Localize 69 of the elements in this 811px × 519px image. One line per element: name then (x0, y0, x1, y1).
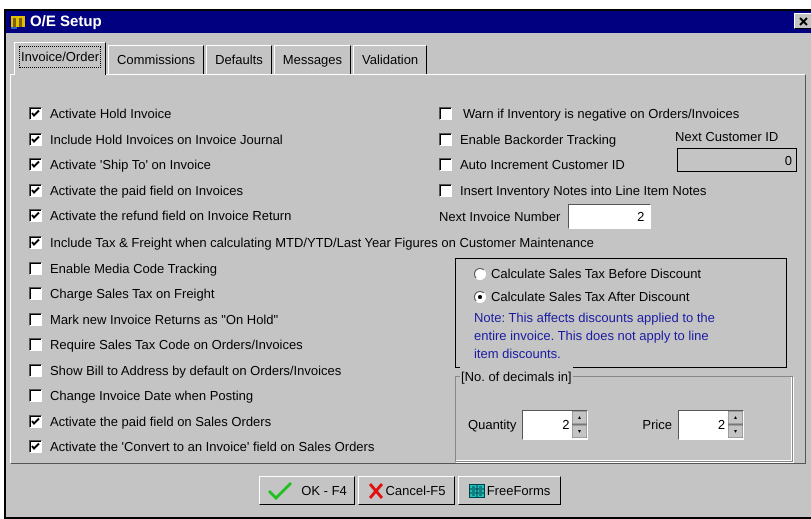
window-title: O/E Setup (30, 12, 102, 32)
tab[interactable]: Validation (353, 45, 428, 74)
radio-label: Calculate Sales Tax After Discount (491, 288, 690, 306)
checkbox[interactable] (29, 364, 42, 377)
checkbox-label: Include Tax & Freight when calculating MTD/YTD/Last Year Figures on Customer Maintenance (50, 234, 594, 252)
checkbox[interactable] (29, 338, 42, 352)
checkbox-label: Require Sales Tax Code on Orders/Invoices (50, 336, 303, 354)
checkbox[interactable] (29, 209, 42, 222)
grid-icon (468, 484, 485, 498)
checkbox-label: Activate the refund field on Invoice Return (50, 207, 292, 225)
checkbox-label: Include Hold Invoices on Invoice Journal (50, 130, 283, 148)
checkbox-label: Mark new Invoice Returns as "On Hold" (50, 310, 278, 328)
check-icon (267, 480, 294, 500)
price-spinner[interactable]: 2 (678, 410, 744, 440)
checkbox-label: Activate the paid field on Invoices (50, 182, 243, 200)
spin-arrows-icon[interactable] (572, 411, 588, 438)
field-label: Next Invoice Number (439, 208, 560, 226)
checkbox[interactable] (439, 107, 452, 120)
note-text: Note: This affects discounts applied to the entire invoice. This does not apply to line item discounts. (474, 308, 716, 362)
close-icon (798, 16, 808, 26)
tab[interactable]: Commissions (108, 45, 204, 74)
spinner-value: 2 (716, 416, 726, 434)
checkbox-label: Enable Backorder Tracking (460, 130, 616, 149)
checkbox-label: Activate 'Ship To' on Invoice (50, 156, 211, 174)
radio-button[interactable] (474, 291, 486, 303)
checkbox[interactable] (29, 184, 42, 197)
checkbox[interactable] (29, 158, 42, 172)
checkbox-label: Warn if Inventory is negative on Orders/Invoices (462, 105, 740, 123)
checkbox-label: Charge Sales Tax on Freight (50, 285, 215, 303)
field-label: Next Customer ID (675, 128, 778, 146)
cancel-button[interactable]: Cancel-F5 (358, 476, 455, 505)
checkbox[interactable] (29, 414, 42, 428)
customer-id-field[interactable]: 0 (677, 148, 797, 172)
checkbox[interactable] (439, 132, 452, 146)
checkbox-label: Insert Inventory Notes into Line Item Notes (460, 182, 706, 200)
radio-button[interactable] (474, 268, 486, 280)
checkbox[interactable] (29, 287, 42, 300)
field-label: Quantity (468, 416, 516, 434)
checkbox-label: Activate the paid field on Sales Orders (50, 412, 272, 431)
group-legend: [No. of decimals in] (460, 366, 573, 386)
spin-arrows-icon[interactable] (728, 411, 744, 438)
cross-icon (368, 482, 384, 500)
tab[interactable]: Messages (274, 45, 352, 74)
checkbox[interactable] (29, 389, 42, 402)
checkbox-label: Auto Increment Customer ID (460, 156, 625, 174)
checkbox-label: Show Bill to Address by default on Orders/Invoices (50, 362, 342, 380)
checkbox[interactable] (29, 107, 42, 120)
checkbox[interactable] (439, 158, 452, 172)
tab[interactable]: Invoice/Order (14, 42, 106, 75)
checkbox-label: Change Invoice Date when Posting (50, 387, 254, 405)
checkbox[interactable] (29, 262, 42, 275)
checkbox[interactable] (439, 184, 452, 197)
checkbox-label: Activate Hold Invoice (50, 105, 172, 123)
radio-label: Calculate Sales Tax Before Discount (491, 265, 702, 284)
ok-button[interactable]: OK - F4 (259, 476, 355, 505)
checkbox[interactable] (29, 312, 42, 326)
checkbox-label: Enable Media Code Tracking (50, 260, 217, 278)
checkbox[interactable] (29, 236, 42, 250)
close-button[interactable] (794, 13, 811, 29)
checkbox[interactable] (29, 132, 42, 146)
spinner-value: 2 (561, 416, 570, 434)
freeforms-button[interactable]: FreeForms (458, 476, 561, 505)
tab[interactable]: Defaults (206, 45, 272, 74)
quantity-spinner[interactable]: 2 (522, 410, 588, 440)
checkbox[interactable] (29, 440, 42, 454)
field-label: Price (642, 416, 672, 434)
invoice-number-field[interactable]: 2 (568, 204, 652, 229)
checkbox-label: Activate the 'Convert to an Invoice' field on Sales Orders (50, 438, 374, 456)
app-icon (10, 14, 26, 30)
